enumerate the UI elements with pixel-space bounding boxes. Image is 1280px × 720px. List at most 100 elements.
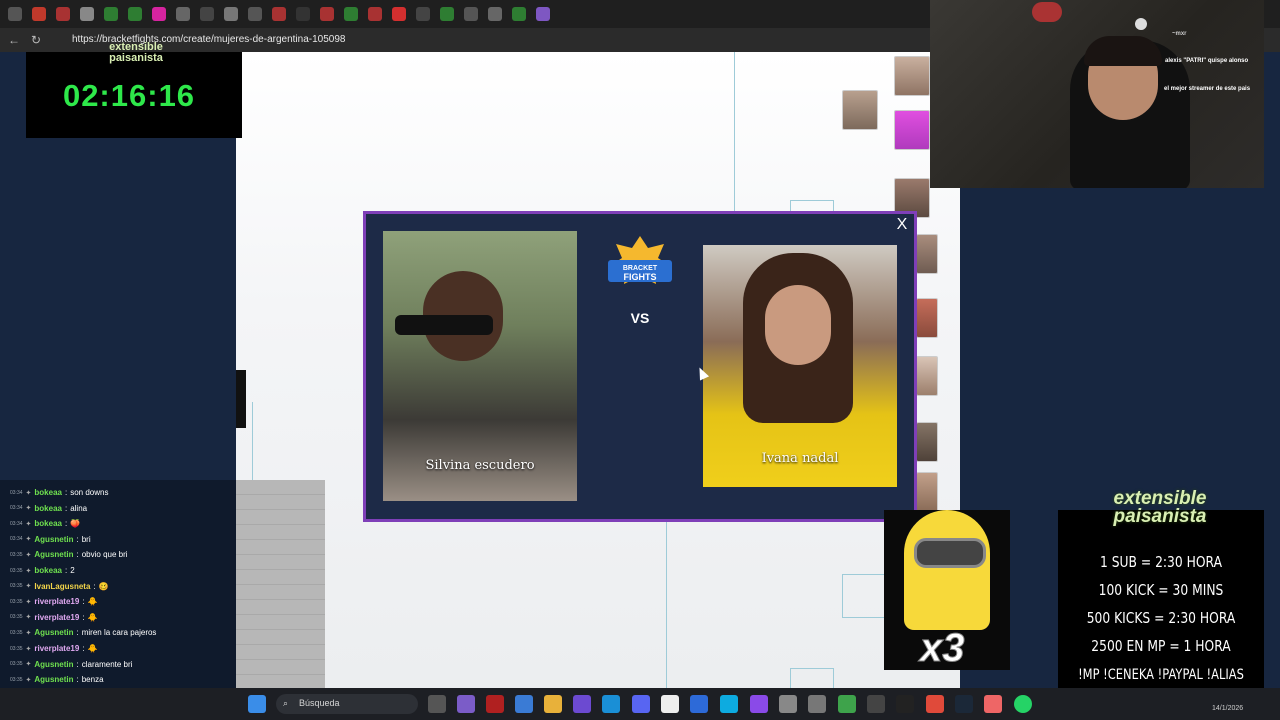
close-button[interactable]: X [894,216,910,234]
chat-username[interactable]: Agusnetin [34,535,73,544]
tab-menu-icon[interactable] [8,7,22,21]
chat-username[interactable]: Agusnetin [34,550,73,559]
store-icon[interactable] [515,695,533,713]
chat-username[interactable]: bokeaa [34,488,62,497]
chat-timestamp: 03:35 [10,614,23,621]
chat-username[interactable]: riverplate19 [34,597,79,606]
chat-username[interactable]: Agusnetin [34,675,73,684]
badge-icon: ✦ [25,598,32,606]
tab-favicon[interactable] [440,7,454,21]
bracket-slot[interactable] [842,574,886,618]
chat-separator: : [64,566,68,575]
badge-icon: ✦ [25,661,32,669]
tab-favicon[interactable] [488,7,502,21]
tab-favicon[interactable] [296,7,310,21]
tab-favicon[interactable] [464,7,478,21]
tab-favicon[interactable] [176,7,190,21]
app-icon[interactable] [750,695,768,713]
contestant-thumbnail[interactable] [916,234,938,274]
vscode-icon[interactable] [690,695,708,713]
copilot-icon[interactable] [457,695,475,713]
tab-favicon[interactable] [224,7,238,21]
chat-username[interactable]: Agusnetin [34,628,73,637]
bracket-line [666,520,667,688]
whatsapp-icon[interactable] [1014,695,1032,713]
chat-username[interactable]: bokeaa [34,519,62,528]
app-icon[interactable] [984,695,1002,713]
discord-icon[interactable] [632,695,650,713]
chat-username[interactable]: IvanLagusneta [34,582,90,591]
edge-icon[interactable] [602,695,620,713]
settings-icon[interactable] [779,695,797,713]
chat-timestamp: 03:35 [10,676,23,683]
badge-icon: ✦ [25,505,32,513]
pen-icon[interactable] [573,695,591,713]
webcam-label: el mejor streamer de este pais [1164,86,1251,92]
reload-icon[interactable]: ↻ [28,32,44,48]
chat-username[interactable]: riverplate19 [34,644,79,653]
obs-icon[interactable] [867,695,885,713]
chat-message: 03:35 ✦ Agusnetin: benza [10,675,104,684]
tab-favicon[interactable] [248,7,262,21]
contestant-right-card[interactable]: Ivana nadal [703,245,897,487]
tab-favicon[interactable] [368,7,382,21]
chat-username[interactable]: Agusnetin [34,660,73,669]
contestant-thumbnail[interactable] [916,422,938,462]
promo-logo: extensible paisanista [1080,489,1240,526]
chat-text: bri [81,534,91,544]
contestant-thumbnail[interactable] [894,110,930,150]
chat-message: 03:35 ✦ riverplate19: 🐥 [10,597,98,606]
contestant-thumbnail[interactable] [916,472,938,512]
folder-icon[interactable] [544,695,562,713]
chat-username[interactable]: bokeaa [34,566,62,575]
chrome-icon[interactable] [926,695,944,713]
contestant-left-card[interactable]: Silvina escudero [383,231,577,501]
badge-icon: ✦ [25,489,32,497]
contestant-left-name: Silvina escudero [425,458,535,473]
tab-favicon[interactable] [32,7,46,21]
tab-favicon[interactable] [128,7,142,21]
chat-username[interactable]: riverplate19 [34,613,79,622]
logo-text-bottom: FIGHTS [624,272,657,282]
tab-favicon[interactable] [536,7,550,21]
sunglasses [395,315,493,335]
cursor-app-icon[interactable] [720,695,738,713]
chat-username[interactable]: bokeaa [34,504,62,513]
tab-favicon[interactable] [56,7,70,21]
app-icon[interactable] [661,695,679,713]
tab-favicon[interactable] [320,7,334,21]
tab-favicon[interactable] [392,7,406,21]
back-icon[interactable]: ← [6,32,22,48]
promo-line: 1 SUB = 2:30 HORA [1099,553,1223,571]
contestant-thumbnail[interactable] [916,298,938,338]
tab-favicon[interactable] [344,7,358,21]
terminal-icon[interactable] [896,695,914,713]
webcam-feed: alexis "PATRI" quispe alonso el mejor st… [930,0,1264,188]
chat-separator: : [82,612,85,622]
bracket-slot[interactable] [790,668,834,690]
chrome-icon[interactable] [838,695,856,713]
tab-favicon[interactable] [80,7,94,21]
chat-separator: : [76,550,79,560]
chat-message: 03:35 ✦ riverplate19: 🐥 [10,613,98,622]
tab-favicon[interactable] [104,7,118,21]
multiplier-text: x3 [920,626,965,671]
steam-icon[interactable] [955,695,973,713]
contestant-thumbnail[interactable] [916,356,938,396]
chat-message: 03:34 ✦ bokeaa: son downs [10,488,108,497]
windows-start-icon[interactable] [248,695,266,713]
chat-text: benza [81,675,104,685]
badge-icon: ✦ [25,676,32,684]
contestant-thumbnail[interactable] [894,56,930,96]
opera-icon[interactable] [486,695,504,713]
tab-favicon[interactable] [200,7,214,21]
tab-favicon[interactable] [512,7,526,21]
taskbar-search[interactable] [276,694,418,714]
tab-favicon[interactable] [152,7,166,21]
task-view-icon[interactable] [428,695,446,713]
tab-favicon[interactable] [272,7,286,21]
badge-icon: ✦ [25,536,32,544]
tab-favicon[interactable] [416,7,430,21]
gear-icon[interactable] [808,695,826,713]
contestant-thumbnail[interactable] [842,90,878,130]
